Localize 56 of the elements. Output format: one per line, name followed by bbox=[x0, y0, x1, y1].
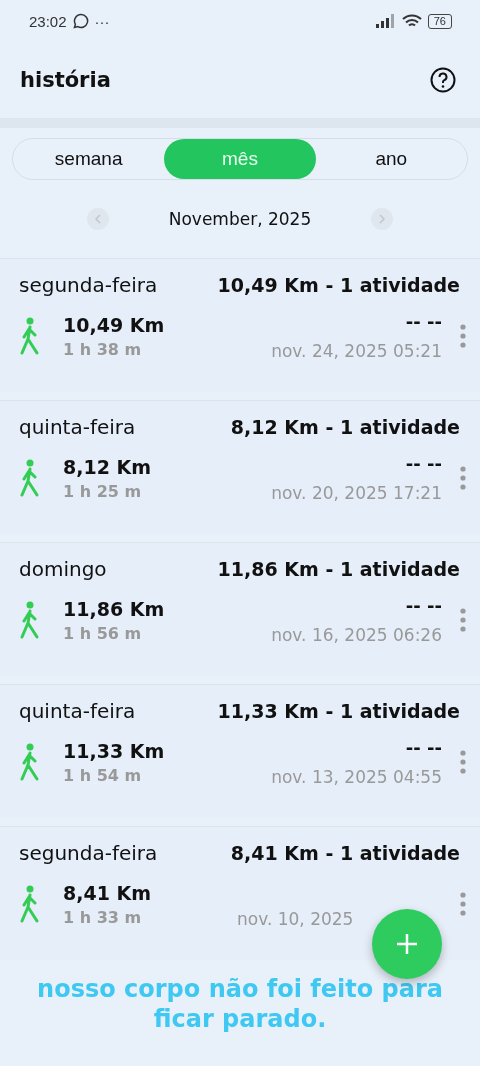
activity-duration: 1 h 33 m bbox=[63, 907, 143, 927]
activity-distance: 8,41 Km bbox=[63, 881, 151, 904]
weekday: segunda-feira bbox=[19, 841, 158, 865]
wifi-icon bbox=[401, 13, 422, 29]
weekday: segunda-feira bbox=[19, 273, 158, 297]
day-summary: 10,49 Km - 1 atividade bbox=[217, 274, 460, 296]
period-tab[interactable]: ano bbox=[315, 139, 467, 179]
page-title: história bbox=[20, 68, 111, 92]
status-time: 23:02 bbox=[29, 12, 67, 30]
activity-distance: 11,33 Km bbox=[63, 739, 165, 762]
walking-person-icon bbox=[19, 317, 41, 355]
activity-pace: -- -- bbox=[405, 311, 442, 333]
walking-person-icon bbox=[19, 743, 41, 781]
activity-distance: 8,12 Km bbox=[63, 455, 151, 478]
day-summary: 11,33 Km - 1 atividade bbox=[217, 700, 460, 722]
activity-date: nov. 20, 2025 17:21 bbox=[271, 483, 442, 503]
signal-icon bbox=[375, 14, 396, 28]
more-options-icon[interactable] bbox=[460, 892, 466, 916]
activity-pace: -- -- bbox=[405, 453, 442, 475]
previous-button[interactable] bbox=[86, 208, 109, 230]
next-button[interactable] bbox=[371, 208, 394, 230]
activity-date: nov. 13, 2025 04:55 bbox=[271, 767, 442, 787]
caption-text: nosso corpo não foi feito para ficar parado. bbox=[36, 974, 444, 1034]
activity-duration: 1 h 54 m bbox=[63, 765, 143, 785]
day-summary: 8,41 Km - 1 atividade bbox=[230, 842, 460, 864]
weekday: quinta-feira bbox=[19, 415, 136, 439]
day-summary: 11,86 Km - 1 atividade bbox=[217, 558, 460, 580]
plus-icon bbox=[396, 933, 418, 955]
weekday: quinta-feira bbox=[19, 699, 136, 723]
period-label: November, 2025 bbox=[168, 209, 312, 229]
more-options-icon[interactable] bbox=[460, 750, 466, 774]
activity-date: nov. 10, 2025 bbox=[237, 909, 354, 929]
activity-distance: 11,86 Km bbox=[63, 597, 165, 620]
day-summary: 8,12 Km - 1 atividade bbox=[230, 416, 460, 438]
help-icon[interactable] bbox=[430, 67, 456, 93]
activity-date: nov. 16, 2025 06:26 bbox=[271, 625, 442, 645]
activity-duration: 1 h 56 m bbox=[63, 623, 143, 643]
more-options-icon[interactable] bbox=[460, 466, 466, 490]
chat-app-icon bbox=[72, 13, 89, 29]
more-options-icon[interactable] bbox=[460, 324, 466, 348]
battery-indicator: 76 bbox=[427, 13, 452, 29]
walking-person-icon bbox=[19, 885, 41, 923]
more-options-icon[interactable] bbox=[460, 608, 466, 632]
activity-distance: 10,49 Km bbox=[63, 313, 165, 336]
more-notifications: ··· bbox=[94, 12, 110, 30]
activity-duration: 1 h 38 m bbox=[63, 339, 143, 359]
chevron-right-icon bbox=[378, 214, 387, 224]
activity-pace: -- -- bbox=[405, 595, 442, 617]
period-tab[interactable]: semana bbox=[13, 139, 165, 179]
chevron-left-icon bbox=[93, 214, 102, 224]
walking-person-icon bbox=[19, 459, 41, 497]
activity-date: nov. 24, 2025 05:21 bbox=[271, 341, 442, 361]
weekday: domingo bbox=[19, 557, 107, 581]
activity-pace: -- -- bbox=[405, 737, 442, 759]
walking-person-icon bbox=[19, 601, 41, 639]
activity-duration: 1 h 25 m bbox=[63, 481, 143, 501]
